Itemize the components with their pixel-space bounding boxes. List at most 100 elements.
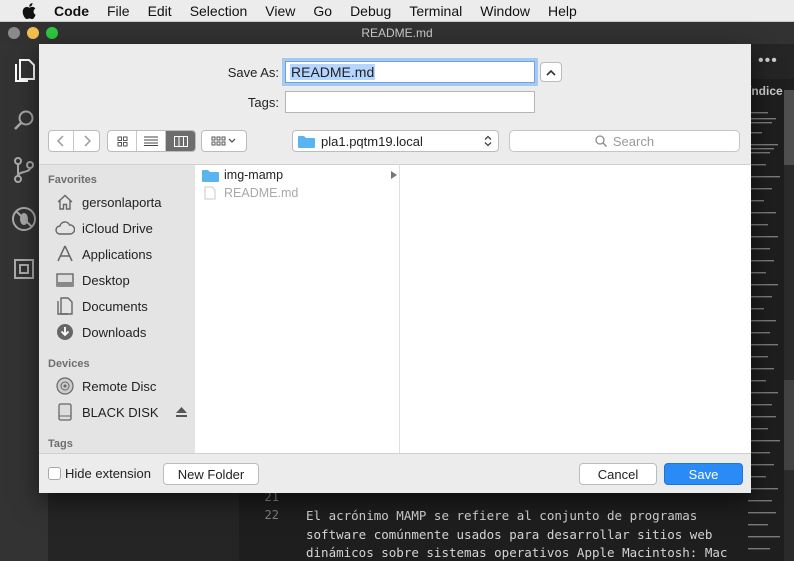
document-icon [201, 186, 219, 200]
list-view-button[interactable] [137, 131, 166, 151]
arrange-control [201, 130, 247, 152]
save-dialog: Save As: README.md Tags: pla1.pqtm19.loc… [39, 44, 751, 493]
chevron-up-icon [546, 69, 556, 76]
tags-heading: Tags [48, 438, 73, 450]
save-as-label: Save As: [227, 65, 279, 80]
menu-terminal[interactable]: Terminal [400, 0, 471, 22]
outline-heading: índice [748, 84, 783, 98]
chevron-right-icon [83, 135, 91, 147]
menu-selection[interactable]: Selection [181, 0, 257, 22]
file-row-readme: README.md [201, 184, 399, 202]
sidebar-item-label: Downloads [82, 324, 147, 340]
sidebar-item-label: Documents [82, 298, 148, 314]
icon-view-button[interactable] [108, 131, 137, 151]
sidebar-item-desktop[interactable]: Desktop [55, 270, 130, 290]
devices-heading: Devices [48, 358, 90, 370]
list-icon [144, 136, 158, 146]
files-icon[interactable] [9, 56, 39, 86]
home-icon [55, 193, 75, 211]
apple-icon[interactable] [18, 0, 40, 22]
mac-menubar: Code File Edit Selection View Go Debug T… [0, 0, 794, 22]
menu-debug[interactable]: Debug [341, 0, 400, 22]
chevron-left-icon [57, 135, 64, 147]
file-name: README.md [224, 186, 299, 200]
preview-column [400, 164, 751, 453]
sidebar-item-home[interactable]: gersonlaporta [55, 192, 162, 212]
file-row-img-mamp[interactable]: img-mamp [201, 166, 399, 184]
minimize-window-button[interactable] [27, 27, 39, 39]
folder-icon [298, 135, 315, 148]
search-field[interactable]: Search [509, 130, 740, 152]
code-line[interactable]: El acrónimo MAMP se refiere al conjunto … [306, 508, 697, 523]
arrange-icon [211, 136, 236, 146]
sidebar-item-black-disk[interactable]: BLACK DISK [55, 402, 187, 422]
eject-icon[interactable] [176, 405, 187, 420]
desktop-icon [55, 271, 75, 289]
folder-icon [201, 168, 219, 182]
location-popup[interactable]: pla1.pqtm19.local [292, 130, 499, 152]
menu-help[interactable]: Help [539, 0, 586, 22]
disclosure-arrow-icon [391, 171, 397, 179]
applications-icon [55, 245, 75, 263]
column-view-button[interactable] [166, 131, 195, 151]
cloud-icon [55, 219, 75, 237]
extensions-icon[interactable] [9, 254, 39, 284]
cancel-button[interactable]: Cancel [579, 463, 657, 485]
new-folder-button[interactable]: New Folder [163, 463, 259, 485]
location-name: pla1.pqtm19.local [321, 133, 423, 149]
hide-extension-label: Hide extension [65, 466, 151, 481]
dialog-bottom-bar: Hide extension New Folder Cancel Save [39, 453, 751, 493]
search-placeholder: Search [612, 133, 655, 149]
debug-icon[interactable] [9, 204, 39, 234]
more-actions-icon[interactable]: ••• [758, 52, 778, 70]
menu-window[interactable]: Window [471, 0, 539, 22]
minimap-slider[interactable] [784, 90, 794, 165]
sidebar-item-icloud[interactable]: iCloud Drive [55, 218, 153, 238]
menu-file[interactable]: File [98, 0, 139, 22]
window-titlebar: README.md [0, 22, 794, 44]
magnifier-icon [595, 135, 607, 147]
downloads-icon [55, 323, 75, 341]
sidebar-item-documents[interactable]: Documents [55, 296, 148, 316]
updown-chevron-icon [484, 135, 492, 147]
sidebar-item-label: BLACK DISK [82, 404, 159, 420]
tags-label: Tags: [247, 95, 279, 110]
line-number: 22 [264, 508, 279, 522]
sidebar-item-label: Remote Disc [82, 378, 157, 394]
back-forward-control [48, 130, 100, 152]
grid-icon [117, 136, 127, 146]
hide-extension-checkbox[interactable] [48, 467, 61, 480]
menu-app-name[interactable]: Code [40, 0, 98, 22]
save-button[interactable]: Save [664, 463, 743, 485]
sidebar-item-label: Desktop [82, 272, 130, 288]
code-line[interactable]: software comúnmente usados para desarrol… [306, 527, 712, 542]
tags-input[interactable] [285, 91, 535, 113]
save-as-input[interactable]: README.md [285, 61, 535, 83]
disk-icon [55, 403, 75, 421]
scrollbar-thumb[interactable] [784, 380, 794, 470]
search-icon[interactable] [9, 106, 39, 136]
close-window-button[interactable] [8, 27, 20, 39]
menu-view[interactable]: View [256, 0, 304, 22]
zoom-window-button[interactable] [46, 27, 58, 39]
sidebar-item-label: Applications [82, 246, 153, 262]
collapse-dialog-button[interactable] [540, 62, 562, 82]
menu-go[interactable]: Go [304, 0, 341, 22]
finder-sidebar: Favorites gersonlaporta iCloud Drive App… [39, 164, 195, 453]
sidebar-item-downloads[interactable]: Downloads [55, 322, 146, 342]
disc-icon [55, 377, 75, 395]
save-as-value: README.md [290, 64, 376, 80]
forward-button[interactable] [74, 131, 99, 151]
documents-icon [55, 297, 75, 315]
sidebar-item-applications[interactable]: Applications [55, 244, 152, 264]
editor-scrollbar[interactable] [784, 90, 794, 561]
sidebar-item-remote-disc[interactable]: Remote Disc [55, 376, 156, 396]
view-mode-control [107, 130, 196, 152]
menu-edit[interactable]: Edit [139, 0, 181, 22]
favorites-heading: Favorites [48, 174, 97, 186]
file-column: img-mamp README.md [195, 164, 400, 453]
code-line[interactable]: dinámicos sobre sistemas operativos Appl… [306, 545, 727, 560]
arrange-button[interactable] [202, 131, 246, 151]
source-control-icon[interactable] [9, 155, 39, 185]
back-button[interactable] [49, 131, 74, 151]
